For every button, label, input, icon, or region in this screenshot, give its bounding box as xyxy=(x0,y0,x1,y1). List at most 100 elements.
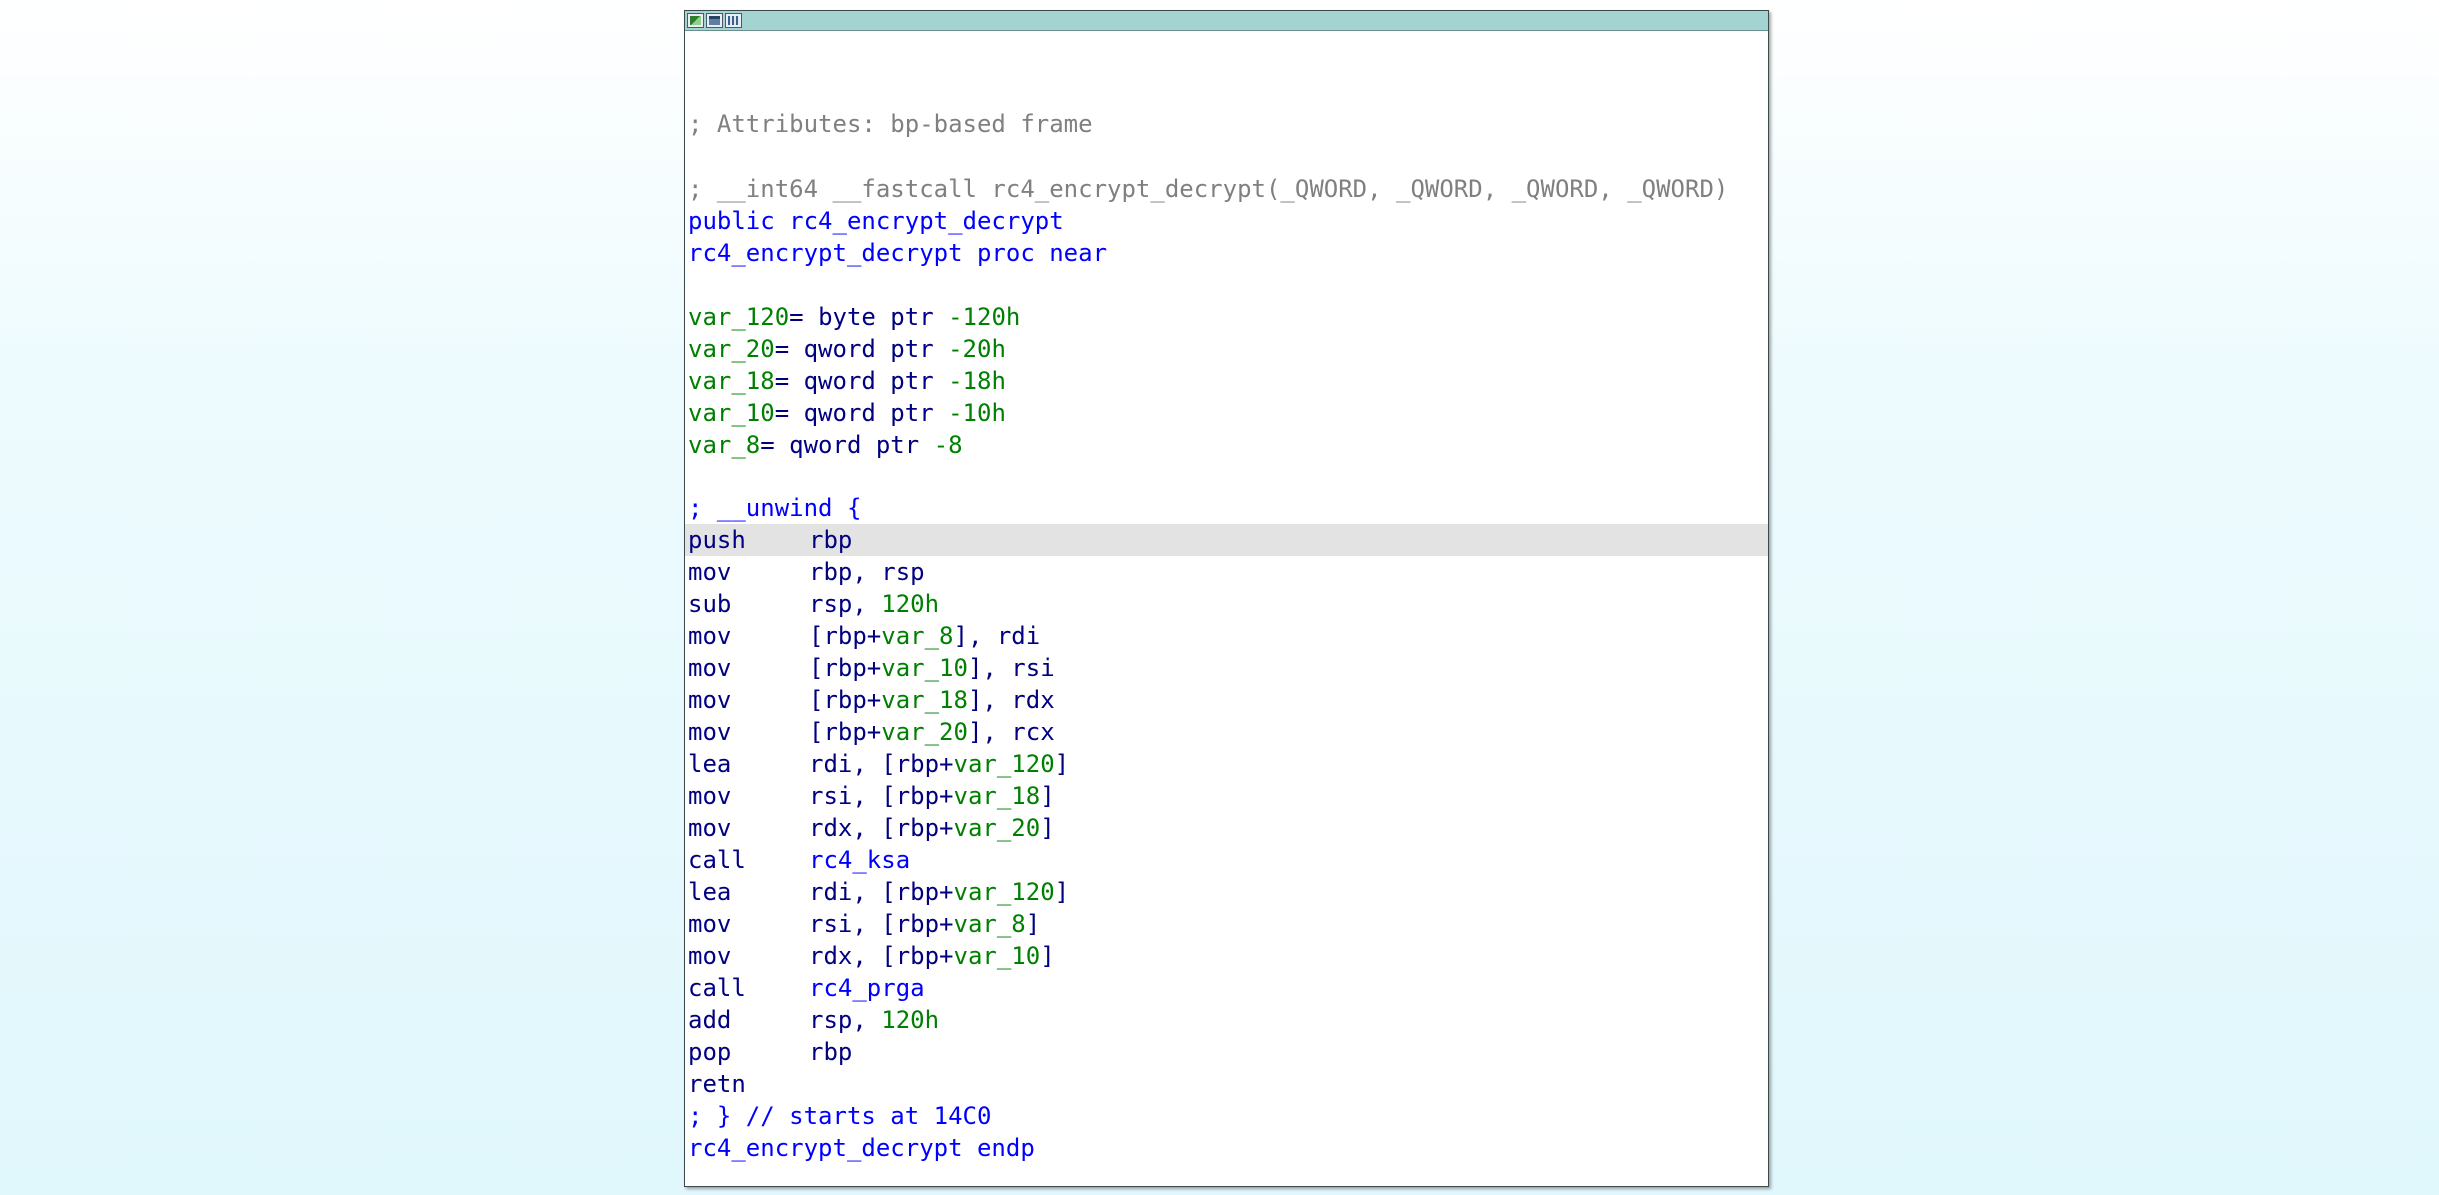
variable-offset: -8 xyxy=(933,431,963,459)
variable-name[interactable]: var_20 xyxy=(688,335,775,363)
instruction-line[interactable]: mov [rbp+var_8], rdi xyxy=(688,620,1768,652)
instruction-line[interactable]: pop rbp xyxy=(688,1036,1768,1068)
instruction-line[interactable]: add rsp, 120h xyxy=(688,1004,1768,1036)
instruction-line[interactable]: sub rsp, 120h xyxy=(688,588,1768,620)
stack-variable-line[interactable]: var_18= qword ptr -18h xyxy=(688,365,1768,397)
instruction-mnemonic: mov xyxy=(688,686,732,714)
variable-name[interactable]: var_8 xyxy=(688,431,760,459)
instruction-line[interactable]: mov [rbp+var_20], rcx xyxy=(688,716,1768,748)
instruction-mnemonic: mov xyxy=(688,782,732,810)
instruction-mnemonic: retn xyxy=(688,1070,746,1098)
graph-node[interactable]: ; Attributes: bp-based frame ; __int64 _… xyxy=(684,10,1769,1187)
operand-text: [rbp+ xyxy=(809,654,882,682)
instruction-line[interactable]: mov [rbp+var_10], rsi xyxy=(688,652,1768,684)
operand-variable[interactable]: var_120 xyxy=(954,750,1055,778)
instruction-line[interactable]: mov rsi, [rbp+var_8] xyxy=(688,908,1768,940)
operand-variable[interactable]: var_10 xyxy=(954,942,1041,970)
proc-end-line[interactable]: rc4_encrypt_decrypt endp xyxy=(688,1132,1768,1164)
color-icon xyxy=(690,16,701,25)
proc-start-line[interactable]: rc4_encrypt_decrypt proc near xyxy=(688,237,1768,269)
instruction-line[interactable]: call rc4_ksa xyxy=(688,844,1768,876)
variable-equals: = xyxy=(774,367,804,395)
variable-type: qword ptr xyxy=(789,431,934,459)
stack-variable-line[interactable]: var_20= qword ptr -20h xyxy=(688,333,1768,365)
unwind-end-line: ; } // starts at 14C0 xyxy=(688,1102,992,1130)
operand-text: ] xyxy=(1025,910,1041,938)
variable-type: qword ptr xyxy=(803,367,949,395)
disassembly-listing[interactable]: ; Attributes: bp-based frame ; __int64 _… xyxy=(685,31,1768,1186)
attributes-comment: ; Attributes: bp-based frame xyxy=(688,110,1093,138)
set-node-color-button[interactable] xyxy=(687,13,704,28)
instruction-line[interactable]: push rbp xyxy=(685,524,1768,556)
instruction-mnemonic: sub xyxy=(688,590,732,618)
instruction-mnemonic: mov xyxy=(688,622,732,650)
instruction-mnemonic: call xyxy=(688,846,746,874)
variable-type: byte ptr xyxy=(818,303,949,331)
operand-text: [rbp+ xyxy=(809,718,882,746)
operand-function-ref[interactable]: rc4_prga xyxy=(809,974,925,1002)
instruction-line[interactable]: mov rbp, rsp xyxy=(688,556,1768,588)
variable-type: qword ptr xyxy=(803,335,949,363)
variable-name[interactable]: var_18 xyxy=(688,367,775,395)
variable-equals: = xyxy=(789,303,819,331)
operand-text: rdi, [rbp+ xyxy=(809,750,954,778)
instruction-line[interactable]: mov rdx, [rbp+var_20] xyxy=(688,812,1768,844)
variable-offset: -10h xyxy=(948,399,1006,427)
rename-icon xyxy=(709,16,720,25)
variable-offset: -120h xyxy=(948,303,1021,331)
operand-text: [rbp+ xyxy=(809,622,882,650)
operand-variable[interactable]: var_18 xyxy=(954,782,1041,810)
operand-function-ref[interactable]: rc4_ksa xyxy=(809,846,910,874)
operand-text: ] xyxy=(1040,942,1055,970)
operand-variable[interactable]: var_18 xyxy=(881,686,968,714)
group-nodes-button[interactable] xyxy=(725,13,742,28)
variable-name[interactable]: var_120 xyxy=(688,303,789,331)
public-declaration[interactable]: public rc4_encrypt_decrypt xyxy=(688,205,1768,237)
instruction-line[interactable]: mov [rbp+var_18], rdx xyxy=(688,684,1768,716)
instruction-mnemonic: mov xyxy=(688,942,732,970)
operand-variable[interactable]: var_20 xyxy=(881,718,968,746)
operand-text: rbp, rsp xyxy=(809,558,925,586)
instruction-mnemonic: lea xyxy=(688,878,732,906)
variable-type: qword ptr xyxy=(803,399,949,427)
variable-equals: = xyxy=(774,335,804,363)
operand-text: rdx, [rbp+ xyxy=(809,814,954,842)
unwind-start-line: ; __unwind { xyxy=(688,494,862,522)
operand-text: ], rdx xyxy=(967,686,1055,714)
operand-variable[interactable]: var_20 xyxy=(954,814,1041,842)
stack-variable-line[interactable]: var_120= byte ptr -120h xyxy=(688,301,1768,333)
instruction-line[interactable]: lea rdi, [rbp+var_120] xyxy=(688,876,1768,908)
variable-offset: -20h xyxy=(948,335,1006,363)
operand-text: ], rdi xyxy=(953,622,1041,650)
operand-text: rbp xyxy=(809,526,853,554)
instruction-line[interactable]: retn xyxy=(688,1068,1768,1100)
operand-text: rbp xyxy=(809,1038,853,1066)
variable-name[interactable]: var_10 xyxy=(688,399,775,427)
instruction-line[interactable]: lea rdi, [rbp+var_120] xyxy=(688,748,1768,780)
operand-variable[interactable]: var_120 xyxy=(954,878,1055,906)
instruction-mnemonic: add xyxy=(688,1006,732,1034)
operand-variable[interactable]: 120h xyxy=(881,590,939,618)
rename-button[interactable] xyxy=(706,13,723,28)
instruction-mnemonic: push xyxy=(688,526,746,554)
instruction-line[interactable]: call rc4_prga xyxy=(688,972,1768,1004)
instruction-line[interactable]: mov rdx, [rbp+var_10] xyxy=(688,940,1768,972)
node-titlebar[interactable] xyxy=(685,11,1768,31)
function-signature-comment: ; __int64 __fastcall rc4_encrypt_decrypt… xyxy=(688,175,1729,203)
instruction-line[interactable]: mov rsi, [rbp+var_18] xyxy=(688,780,1768,812)
operand-text: ] xyxy=(1040,782,1055,810)
instruction-mnemonic: lea xyxy=(688,750,732,778)
operand-text: [rbp+ xyxy=(809,686,882,714)
operand-text: rsp, xyxy=(809,590,882,618)
operand-variable[interactable]: 120h xyxy=(881,1006,939,1034)
instruction-mnemonic: mov xyxy=(688,814,732,842)
operand-variable[interactable]: var_8 xyxy=(881,622,953,650)
variable-offset: -18h xyxy=(948,367,1006,395)
operand-text: rsp, xyxy=(809,1006,882,1034)
operand-text: ] xyxy=(1054,750,1070,778)
operand-variable[interactable]: var_10 xyxy=(881,654,968,682)
stack-variable-line[interactable]: var_10= qword ptr -10h xyxy=(688,397,1768,429)
stack-variable-line[interactable]: var_8= qword ptr -8 xyxy=(688,429,1768,461)
operand-variable[interactable]: var_8 xyxy=(954,910,1026,938)
instruction-mnemonic: mov xyxy=(688,910,732,938)
